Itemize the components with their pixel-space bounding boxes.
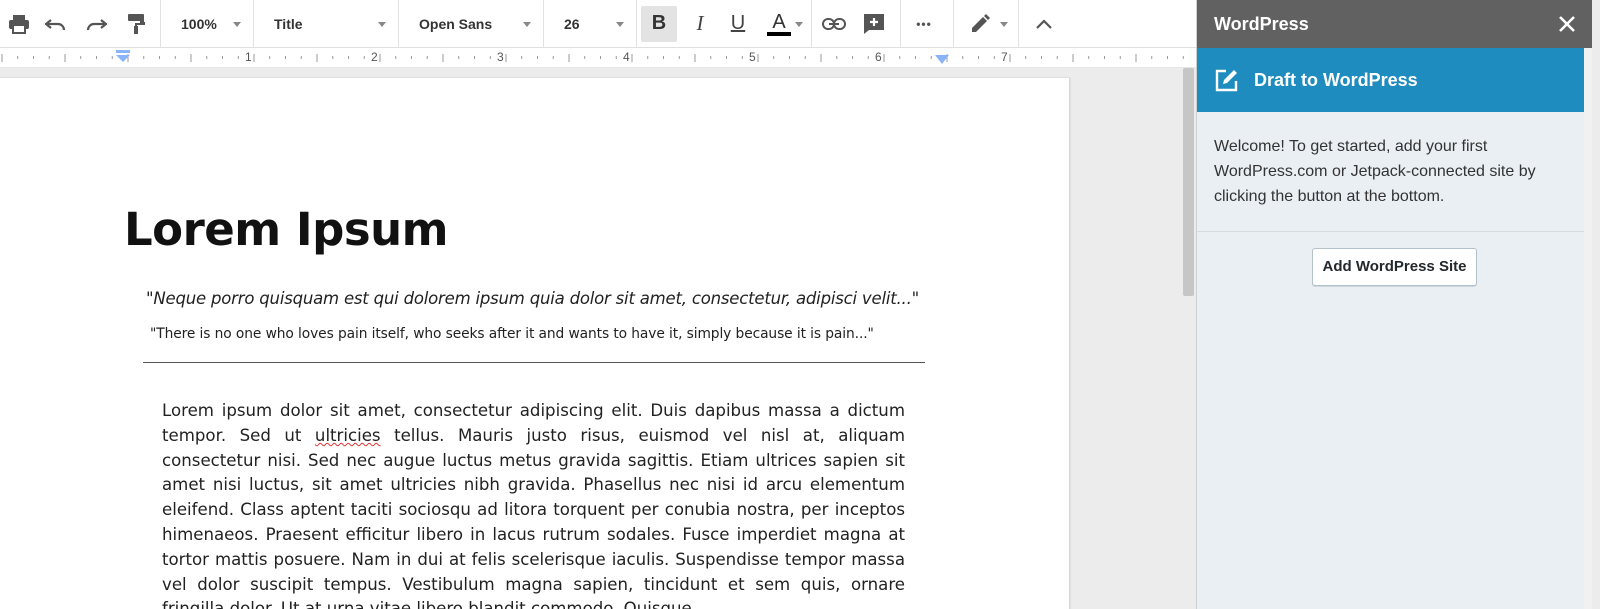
chevron-down-icon xyxy=(616,21,624,27)
document-translation[interactable]: "There is no one who loves pain itself, … xyxy=(150,326,874,342)
undo-icon xyxy=(45,18,66,30)
sidebar-title: WordPress xyxy=(1214,13,1309,34)
paint-format-button[interactable] xyxy=(116,0,156,48)
ruler-number: 1 xyxy=(245,50,252,64)
paint-format-icon xyxy=(128,13,145,34)
font-size-value: 26 xyxy=(564,15,580,32)
font-size-select[interactable]: 26 xyxy=(544,0,636,48)
style-select[interactable]: Title xyxy=(254,0,398,48)
chevron-up-icon xyxy=(1036,18,1052,29)
print-button[interactable] xyxy=(2,0,36,48)
chevron-down-icon xyxy=(378,21,386,27)
toolbar-separator xyxy=(636,0,637,48)
ruler-number: 2 xyxy=(371,50,378,64)
redo-icon xyxy=(86,18,107,30)
edit-icon xyxy=(1215,69,1238,92)
text-color-icon: A xyxy=(767,12,791,36)
ruler[interactable]: 1 2 3 4 5 6 7 xyxy=(0,48,1196,68)
more-button[interactable]: ••• xyxy=(901,0,947,48)
bold-icon: B xyxy=(651,12,667,34)
chevron-down-icon xyxy=(795,21,803,27)
docs-app: 100% Title Open Sans 26 B I U A ••• 1 2 … xyxy=(0,0,1600,609)
underline-icon: U xyxy=(730,12,746,34)
style-value: Title xyxy=(274,15,303,32)
ruler-ticks xyxy=(1,54,1184,62)
document-scrollbar[interactable] xyxy=(1180,68,1196,609)
text-color-button[interactable]: A xyxy=(757,0,811,48)
collapse-toolbar-button[interactable] xyxy=(1019,0,1069,48)
font-value: Open Sans xyxy=(419,15,493,32)
insert-comment-button[interactable] xyxy=(856,0,892,48)
misspelled-word[interactable]: ultricies xyxy=(315,426,381,445)
link-icon xyxy=(822,17,846,30)
ruler-number: 5 xyxy=(749,50,756,64)
font-select[interactable]: Open Sans xyxy=(399,0,543,48)
print-icon xyxy=(9,14,29,34)
ruler-number: 6 xyxy=(875,50,882,64)
editing-mode-button[interactable] xyxy=(954,0,1018,48)
document-title[interactable]: Lorem Ipsum xyxy=(124,203,449,256)
chevron-down-icon xyxy=(233,21,241,27)
sidebar-banner-title: Draft to WordPress xyxy=(1254,69,1418,90)
more-icon: ••• xyxy=(916,16,932,31)
add-wordpress-site-button[interactable]: Add WordPress Site xyxy=(1311,248,1478,286)
ruler-number: 3 xyxy=(497,50,504,64)
chevron-down-icon xyxy=(1000,21,1008,27)
sidebar-header: WordPress xyxy=(1197,0,1592,48)
close-icon[interactable] xyxy=(1556,13,1578,35)
wordpress-sidebar: WordPress Draft to WordPress Welcome! To… xyxy=(1196,0,1592,609)
zoom-value: 100% xyxy=(181,15,217,32)
bold-button[interactable]: B xyxy=(641,5,677,42)
ruler-number: 7 xyxy=(1001,50,1008,64)
redo-button[interactable] xyxy=(76,0,116,48)
underline-button[interactable]: U xyxy=(719,0,757,48)
horizontal-rule xyxy=(143,362,925,363)
sidebar-scrollbar[interactable] xyxy=(1584,48,1592,609)
zoom-select[interactable]: 100% xyxy=(161,0,253,48)
document-page[interactable]: Lorem Ipsum "Neque porro quisquam est qu… xyxy=(0,78,1070,609)
undo-button[interactable] xyxy=(36,0,76,48)
welcome-message: Welcome! To get started, add your first … xyxy=(1197,112,1592,232)
body-text: tellus. Mauris justo risus, euismod vel … xyxy=(162,425,905,609)
chevron-down-icon xyxy=(523,21,531,27)
left-indent-marker[interactable] xyxy=(115,50,131,62)
toolbar: 100% Title Open Sans 26 B I U A ••• xyxy=(0,0,1196,48)
pencil-icon xyxy=(972,13,990,32)
scrollbar-thumb[interactable] xyxy=(1183,68,1194,296)
right-indent-marker[interactable] xyxy=(935,55,949,65)
sidebar-banner: Draft to WordPress xyxy=(1197,48,1592,112)
italic-button[interactable]: I xyxy=(681,0,719,48)
document-quote[interactable]: "Neque porro quisquam est qui dolorem ip… xyxy=(146,289,919,308)
document-canvas[interactable]: Lorem Ipsum "Neque porro quisquam est qu… xyxy=(0,68,1196,609)
ruler-number: 4 xyxy=(623,50,630,64)
add-site-container: Add WordPress Site xyxy=(1197,232,1592,286)
add-comment-icon xyxy=(864,13,884,34)
insert-link-button[interactable] xyxy=(812,0,856,48)
italic-icon: I xyxy=(696,11,704,35)
document-body[interactable]: Lorem ipsum dolor sit amet, consectetur … xyxy=(162,399,905,609)
